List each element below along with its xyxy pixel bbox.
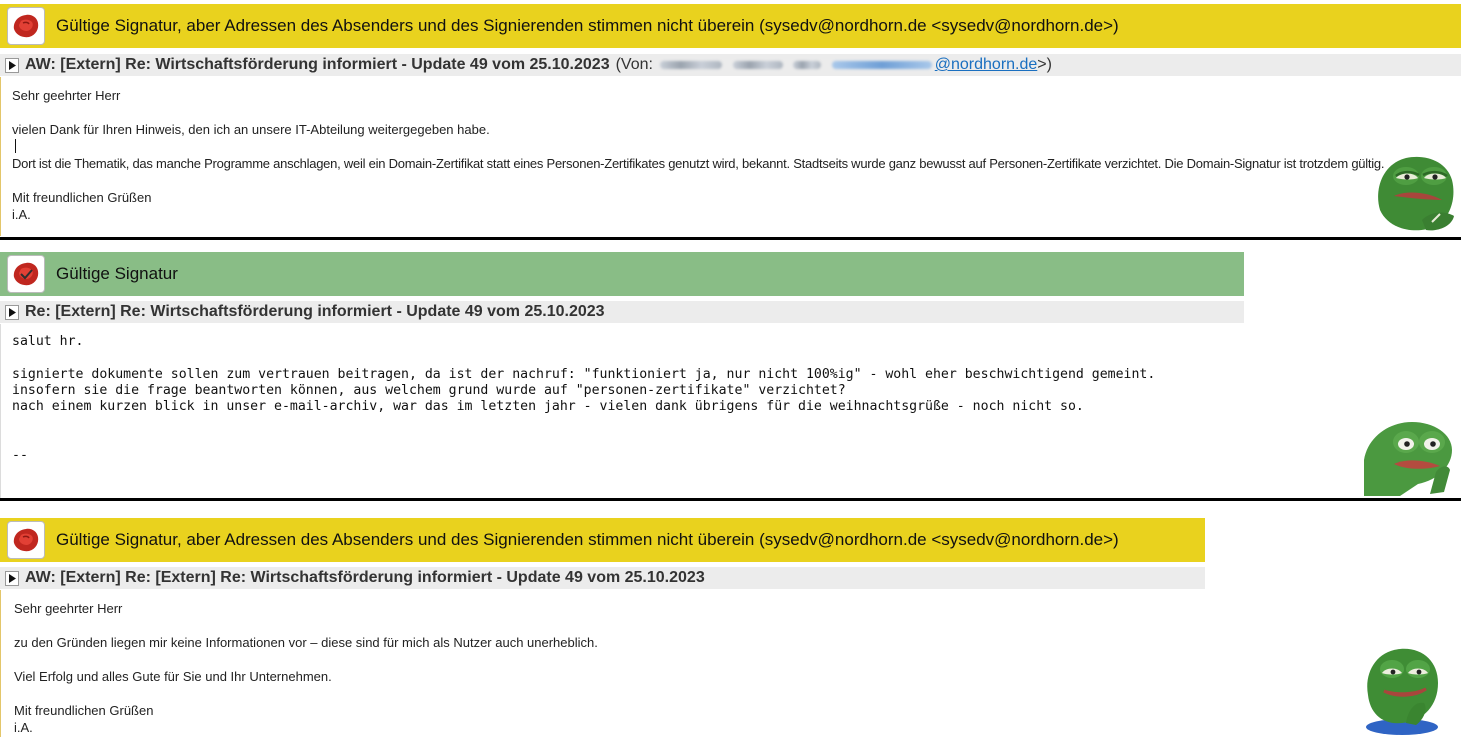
email-body: Sehr geehrter Herr zu den Gründen liegen… xyxy=(0,590,1206,737)
text-cursor xyxy=(15,139,16,153)
body-line: Sehr geehrter Herr xyxy=(14,601,123,616)
body-line: Sehr geehrter Herr xyxy=(12,88,121,103)
email-panel-1: Gültige Signatur, aber Adressen des Abse… xyxy=(0,0,1461,236)
signature-status-bar[interactable]: Gültige Signatur xyxy=(0,252,1244,296)
body-line: Mit freundlichen Grüßen xyxy=(12,190,152,205)
redacted-name xyxy=(660,60,723,69)
wax-seal-icon[interactable] xyxy=(7,7,45,45)
body-line: zu den Gründen liegen mir keine Informat… xyxy=(14,635,598,650)
subject-bar: AW: [Extern] Re: Wirtschaftsförderung in… xyxy=(0,54,1461,76)
body-line: -- xyxy=(12,448,28,463)
subject-bar: AW: [Extern] Re: [Extern] Re: Wirtschaft… xyxy=(0,567,1205,589)
wax-seal-icon[interactable] xyxy=(7,255,45,293)
from-suffix: >) xyxy=(1037,56,1052,73)
email-body: Sehr geehrter Herr vielen Dank für Ihren… xyxy=(0,77,1461,236)
redacted-number xyxy=(793,60,822,69)
body-line: signierte dokumente sollen zum vertrauen… xyxy=(12,367,1156,382)
frog-meme-image xyxy=(1366,648,1438,735)
subject-bar: Re: [Extern] Re: Wirtschaftsförderung in… xyxy=(0,301,1244,323)
wax-seal-icon[interactable] xyxy=(7,521,45,559)
body-line: vielen Dank für Ihren Hinweis, den ich a… xyxy=(12,122,490,137)
email-subject: AW: [Extern] Re: Wirtschaftsförderung in… xyxy=(25,56,610,73)
signature-status-text: Gültige Signatur xyxy=(56,264,178,283)
body-line: Mit freundlichen Grüßen xyxy=(14,703,154,718)
separator xyxy=(0,237,1461,240)
body-line: Dort ist die Thematik, das manche Progra… xyxy=(12,156,1385,171)
body-line: Viel Erfolg und alles Gute für Sie und I… xyxy=(14,669,332,684)
body-line: i.A. xyxy=(12,207,31,222)
email-subject: Re: [Extern] Re: Wirtschaftsförderung in… xyxy=(25,303,605,320)
expand-triangle-icon[interactable] xyxy=(5,570,19,586)
email-panel-3: Gültige Signatur, aber Adressen des Abse… xyxy=(0,513,1461,737)
body-line: nach einem kurzen blick in unser e-mail-… xyxy=(12,399,1084,414)
separator xyxy=(0,498,1461,501)
signature-status-text: Gültige Signatur, aber Adressen des Abse… xyxy=(56,16,1119,35)
redacted-name xyxy=(732,60,783,69)
email-panel-2: Gültige Signatur Re: [Extern] Re: Wirtsc… xyxy=(0,242,1461,498)
from-email-link[interactable]: @nordhorn.de xyxy=(935,56,1038,73)
signature-status-bar[interactable]: Gültige Signatur, aber Adressen des Abse… xyxy=(0,518,1205,562)
body-line: insofern sie die frage beantworten könne… xyxy=(12,383,846,398)
signature-status-bar[interactable]: Gültige Signatur, aber Adressen des Abse… xyxy=(0,4,1461,48)
expand-triangle-icon[interactable] xyxy=(5,304,19,320)
frog-meme-image xyxy=(1378,156,1454,231)
email-from: (Von: @nordhorn.de>) xyxy=(616,56,1052,74)
signature-status-text: Gültige Signatur, aber Adressen des Abse… xyxy=(56,530,1119,549)
frog-meme-image xyxy=(1364,422,1452,496)
expand-triangle-icon[interactable] xyxy=(5,57,19,73)
from-prefix: (Von: xyxy=(615,56,653,73)
body-line: i.A. xyxy=(14,720,33,735)
email-body: salut hr. signierte dokumente sollen zum… xyxy=(0,324,1245,498)
body-line: salut hr. xyxy=(12,334,84,349)
email-subject: AW: [Extern] Re: [Extern] Re: Wirtschaft… xyxy=(25,569,705,586)
redacted-email xyxy=(831,60,932,69)
